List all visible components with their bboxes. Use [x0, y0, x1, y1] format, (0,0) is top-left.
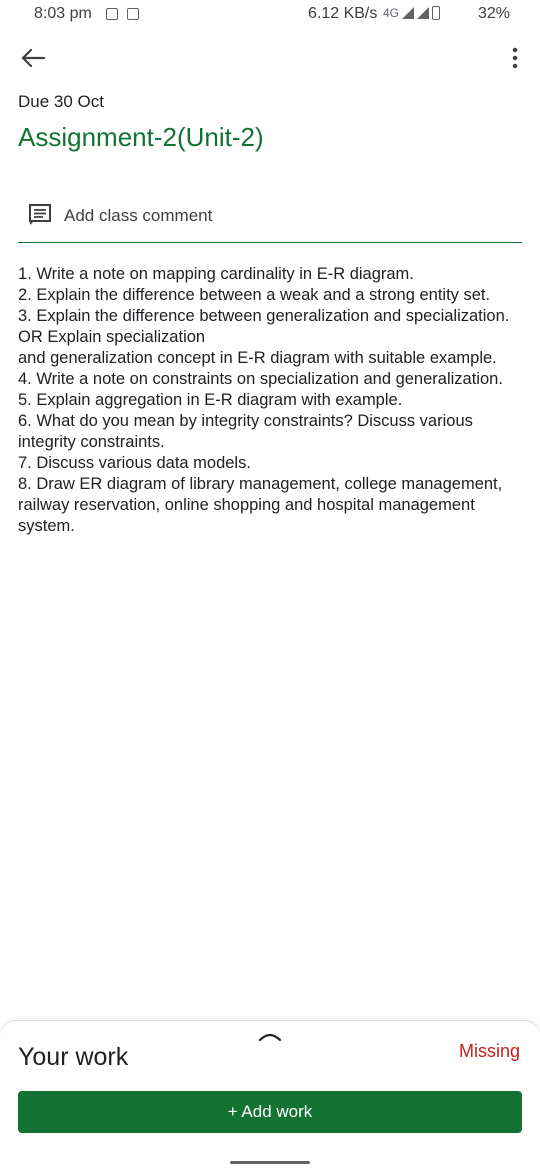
- gesture-nav-bar[interactable]: [230, 1161, 310, 1164]
- instructions: 1. Write a note on mapping cardinality i…: [18, 264, 522, 537]
- add-class-comment-label: Add class comment: [64, 206, 213, 225]
- network-speed: 6.12 KB/s: [308, 5, 378, 22]
- instruction-line: 6. What do you mean by integrity constra…: [18, 412, 478, 451]
- signal-icons: 4G: [383, 6, 441, 20]
- due-date: Due 30 Oct: [18, 92, 104, 111]
- instruction-line: 1. Write a note on mapping cardinality i…: [18, 265, 414, 283]
- notification-icon: [106, 8, 118, 20]
- arrow-left-icon[interactable]: [18, 45, 48, 71]
- network-type: 4G: [383, 6, 400, 20]
- instruction-line: 7. Discuss various data models.: [18, 454, 251, 472]
- instruction-line: 3. Explain the difference between genera…: [18, 307, 514, 346]
- signal-icon-2: [417, 7, 430, 19]
- instruction-line: and generalization concept in E-R diagra…: [18, 349, 497, 367]
- battery-level: 32%: [478, 5, 511, 22]
- instruction-line: 4. Write a note on constraints on specia…: [18, 370, 503, 388]
- status-time: 8:03 pm: [34, 5, 92, 22]
- chevron-up-icon[interactable]: [256, 1029, 284, 1043]
- comment-icon: [28, 202, 52, 231]
- signal-icon: [402, 7, 415, 19]
- add-work-button[interactable]: + Add work: [18, 1091, 522, 1133]
- gallery-icon: [127, 8, 139, 20]
- instruction-line: 8. Draw ER diagram of library management…: [18, 475, 507, 535]
- assignment-title: Assignment-2(Unit-2): [18, 122, 264, 152]
- status-badge: Missing: [458, 1041, 520, 1061]
- more-vert-icon[interactable]: [505, 45, 525, 71]
- your-work-sheet: Your work Missing + Add work: [0, 1020, 540, 1171]
- instruction-line: 5. Explain aggregation in E-R diagram wi…: [18, 391, 403, 409]
- status-bar: 8:03 pm 6.12 KB/s 4G 32%: [0, 0, 540, 30]
- add-class-comment[interactable]: Add class comment: [28, 200, 522, 232]
- instruction-line: 2. Explain the difference between a weak…: [18, 286, 491, 304]
- battery-icon: [432, 6, 441, 20]
- divider: [18, 242, 522, 243]
- your-work-title: Your work: [18, 1043, 129, 1071]
